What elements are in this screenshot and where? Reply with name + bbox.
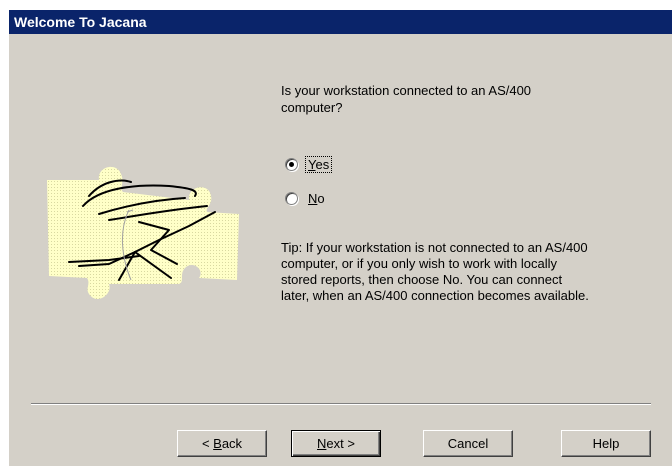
- yes-label-rest: es: [315, 156, 330, 172]
- no-radio-label[interactable]: No: [306, 191, 327, 206]
- next-button[interactable]: Next >: [291, 430, 381, 457]
- back-mnemonic: B: [213, 436, 222, 451]
- back-prefix: <: [201, 436, 214, 451]
- no-mnemonic: N: [308, 190, 318, 206]
- back-button[interactable]: < Back: [177, 430, 267, 457]
- cancel-button[interactable]: Cancel: [423, 430, 513, 457]
- next-mnemonic: N: [317, 436, 327, 451]
- radio-unselected-icon[interactable]: [285, 191, 298, 205]
- separator-line: [31, 403, 651, 405]
- yes-radio[interactable]: Yes: [285, 155, 333, 173]
- window-title: Welcome To Jacana: [14, 14, 147, 30]
- radio-dot-icon: [289, 161, 294, 167]
- back-label-rest: ack: [221, 436, 243, 451]
- no-label-rest: o: [317, 190, 325, 206]
- radio-selected-icon[interactable]: [285, 157, 298, 171]
- tip-text: Tip: If your workstation is not connecte…: [281, 240, 589, 303]
- next-label-rest: ext >: [326, 436, 355, 451]
- puzzle-piece-icon: [47, 166, 239, 300]
- connection-question: Is your workstation connected to an AS/4…: [281, 83, 532, 115]
- title-bar: Welcome To Jacana: [9, 10, 672, 34]
- no-radio[interactable]: No: [285, 189, 327, 207]
- welcome-dialog: Welcome To Jacana Is your workstation co…: [8, 10, 672, 466]
- help-button[interactable]: Help: [561, 430, 651, 457]
- yes-radio-label[interactable]: Yes: [304, 155, 333, 173]
